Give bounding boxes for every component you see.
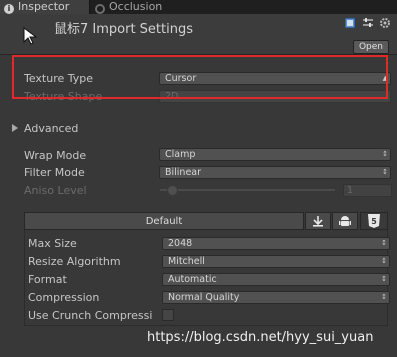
page-title: 鼠标7 Import Settings	[54, 22, 194, 37]
resize-algorithm-dropdown[interactable]: Mitchell ↕	[162, 255, 390, 268]
wrap-mode-value: Clamp	[165, 149, 196, 160]
foldout-arrow-icon[interactable]	[12, 124, 18, 132]
format-dropdown[interactable]: Automatic ↕	[162, 273, 390, 286]
filter-mode-dropdown[interactable]: Bilinear ↕	[159, 166, 391, 179]
gear-icon[interactable]	[379, 17, 391, 29]
compression-label: Compression	[28, 291, 100, 304]
texture-preset-icon[interactable]	[344, 17, 356, 29]
wrap-mode-dropdown[interactable]: Clamp ↕	[159, 148, 391, 161]
aniso-level-field: 1	[343, 184, 392, 197]
tab-standalone[interactable]	[305, 212, 331, 230]
filter-mode-value: Bilinear	[165, 167, 202, 178]
crunch-compression-checkbox[interactable]	[162, 309, 174, 321]
dropdown-arrows-icon: ↕	[382, 150, 388, 158]
tab-occlusion-label: Occlusion	[109, 0, 163, 13]
open-button[interactable]: Open	[353, 40, 389, 54]
tab-default-platform[interactable]: Default	[24, 212, 304, 230]
settings-sliders-icon[interactable]	[362, 17, 374, 29]
compression-value: Normal Quality	[168, 292, 240, 303]
dropdown-arrows-icon: ↕	[382, 168, 388, 176]
android-icon	[339, 216, 351, 226]
advanced-foldout-label[interactable]: Advanced	[24, 122, 78, 135]
crunch-compression-label: Use Crunch Compressi	[28, 309, 153, 322]
wrap-mode-label: Wrap Mode	[24, 149, 87, 162]
aniso-slider-thumb	[167, 185, 178, 196]
tab-android[interactable]	[332, 212, 358, 230]
dropdown-arrows-icon: ↕	[381, 257, 387, 265]
html5-icon: 5	[368, 214, 380, 228]
download-icon	[313, 216, 323, 227]
resize-algorithm-value: Mitchell	[168, 256, 205, 267]
info-icon: i	[4, 4, 14, 14]
max-size-value: 2048	[168, 238, 193, 249]
compression-dropdown[interactable]: Normal Quality ↕	[162, 291, 390, 304]
max-size-label: Max Size	[28, 237, 77, 250]
cursor-icon	[23, 27, 38, 45]
tab-webgl[interactable]: 5	[360, 212, 388, 230]
dropdown-arrows-icon: ↕	[381, 239, 387, 247]
resize-algorithm-label: Resize Algorithm	[28, 255, 121, 268]
format-value: Automatic	[168, 274, 217, 285]
aniso-level-label: Aniso Level	[24, 184, 87, 197]
tab-occlusion[interactable]: ● Occlusion	[91, 0, 171, 14]
dropdown-arrows-icon: ↕	[381, 275, 387, 283]
watermark-text: https://blog.csdn.net/hyy_sui_yuan	[147, 330, 374, 345]
dropdown-arrows-icon: ↕	[381, 293, 387, 301]
tab-inspector[interactable]: i Inspector	[0, 0, 90, 14]
filter-mode-label: Filter Mode	[24, 166, 85, 179]
tab-inspector-label: Inspector	[18, 0, 70, 13]
max-size-dropdown[interactable]: 2048 ↕	[162, 237, 390, 250]
html5-glyph: 5	[371, 217, 377, 226]
format-label: Format	[28, 273, 67, 286]
aniso-slider-track	[160, 189, 335, 191]
highlight-box	[12, 55, 388, 99]
occlusion-icon: ●	[95, 4, 105, 14]
